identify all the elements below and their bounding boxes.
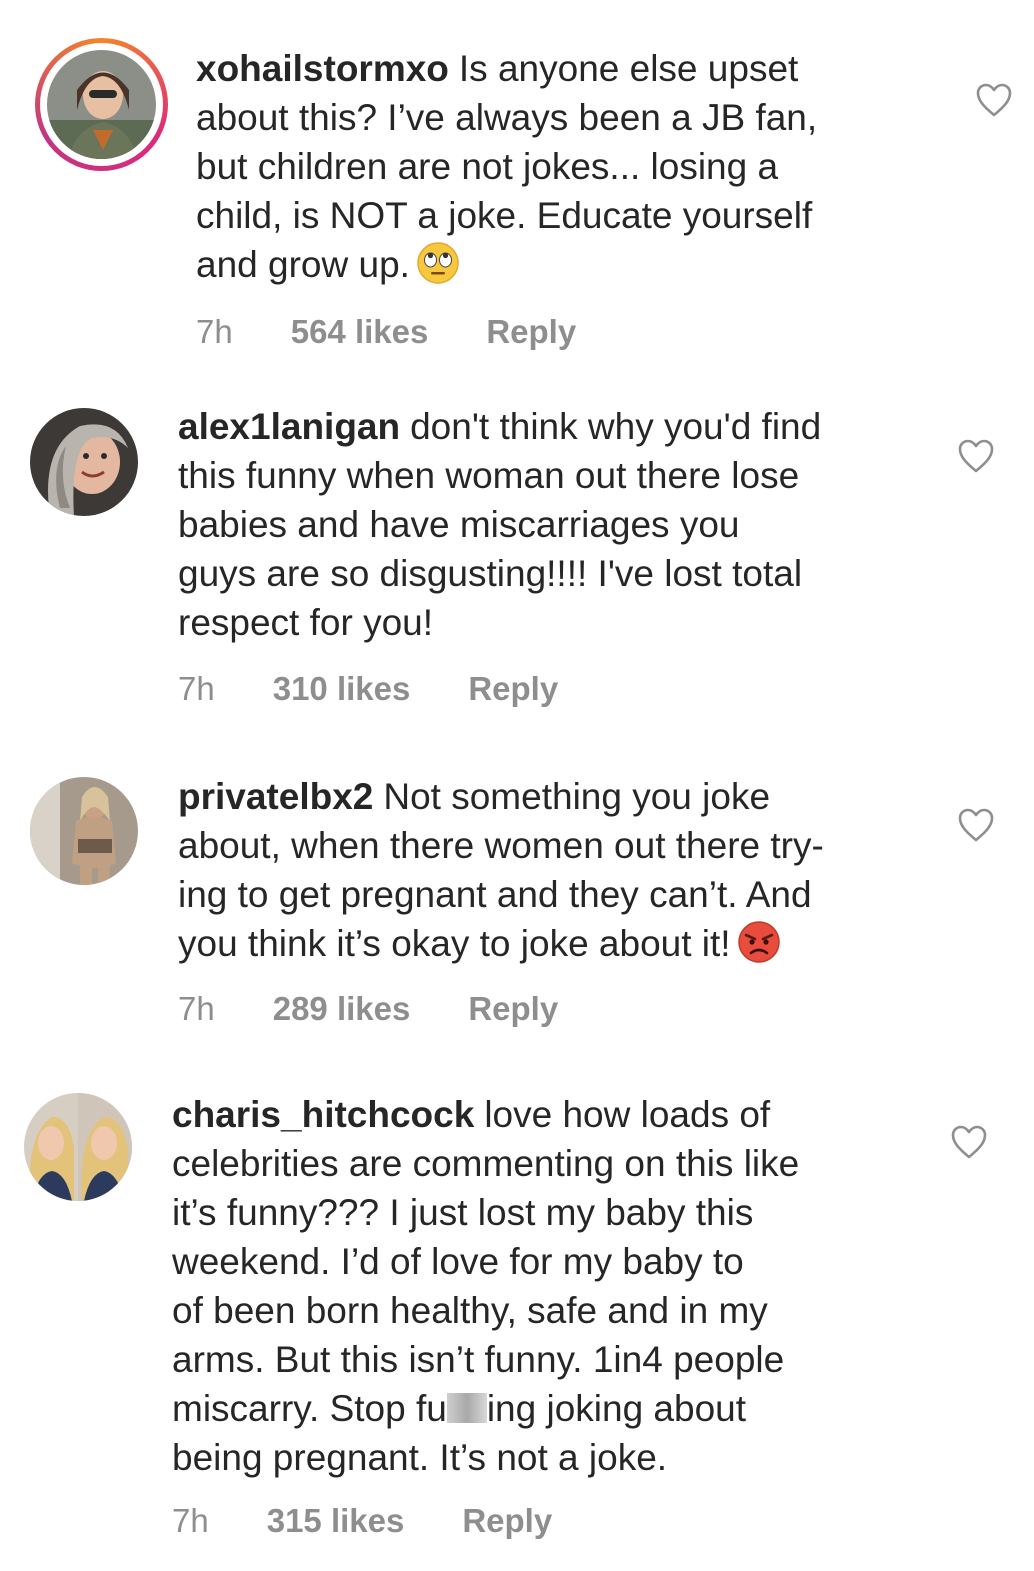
avatar[interactable]: [24, 1093, 132, 1201]
heart-outline-icon[interactable]: [975, 82, 1013, 118]
comment-username[interactable]: charis_hitchcock: [172, 1094, 474, 1135]
rolling-eyes-emoji-icon: [417, 242, 459, 284]
comment-likes[interactable]: 310 likes: [273, 670, 411, 708]
reply-button[interactable]: Reply: [468, 670, 558, 708]
comment-time: 7h: [172, 1502, 209, 1539]
comment-text-line: child, is NOT a joke. Educate yourself: [196, 195, 813, 236]
comment-text-line: of been born healthy, safe and in my: [172, 1290, 768, 1331]
angry-face-emoji-icon: [737, 921, 780, 963]
comment-text-line: about this? I’ve always been a JB fan,: [196, 97, 818, 138]
comment-text: charis_hitchcock love how loads of celebr…: [172, 1090, 942, 1482]
comment-text-line: Is anyone else upset: [458, 48, 799, 89]
comment-text-line: you think it’s okay to joke about it!: [178, 923, 731, 964]
comment-text-line: love how loads of: [484, 1094, 771, 1135]
censor-blur: [446, 1393, 487, 1424]
avatar[interactable]: [30, 408, 138, 516]
comment-text: xohailstormxo Is anyone else upset about …: [196, 44, 936, 289]
comment-text-line: respect for you!: [178, 602, 434, 643]
comment-item: charis_hitchcock love how loads of celebr…: [0, 1070, 1034, 1571]
comment-meta: 7h 315 likes Reply: [172, 1502, 552, 1540]
comment-text-line: don't think why you'd find: [410, 406, 822, 447]
comment-text-line: weekend. I’d of love for my baby to: [172, 1241, 744, 1282]
comment-text-line: but children are not jokes... losing a: [196, 146, 779, 187]
comment-username[interactable]: alex1lanigan: [178, 406, 400, 447]
comment-text-line: being pregnant. It’s not a joke.: [172, 1437, 668, 1478]
comment-text-line: babies and have miscarriages you: [178, 504, 740, 545]
heart-outline-icon[interactable]: [950, 1124, 988, 1160]
reply-button[interactable]: Reply: [486, 313, 576, 351]
comment-time: 7h: [196, 313, 233, 350]
reply-button[interactable]: Reply: [468, 990, 558, 1028]
comment-text-line: miscarry. Stop fu: [172, 1388, 447, 1429]
comment-text-line: about, when there women out there try-: [178, 825, 824, 866]
comment-username[interactable]: xohailstormxo: [196, 48, 449, 89]
comment-item: alex1lanigan don't think why you'd find t…: [0, 370, 1034, 740]
comment-text-line: and grow up.: [196, 244, 410, 285]
comment-likes[interactable]: 315 likes: [267, 1502, 405, 1540]
comment-text-line: ing joking about: [486, 1388, 747, 1429]
avatar[interactable]: [30, 777, 138, 885]
comment-text-line: guys are so disgusting!!!! I've lost tot…: [178, 553, 803, 594]
comment-username[interactable]: privatelbx2: [178, 776, 373, 817]
comment-text: alex1lanigan don't think why you'd find t…: [178, 402, 938, 647]
comment-text-line: Not something you joke: [383, 776, 771, 817]
comment-text-line: this funny when woman out there lose: [178, 455, 800, 496]
comment-time: 7h: [178, 990, 215, 1027]
comment-meta: 7h 564 likes Reply: [196, 313, 576, 351]
heart-outline-icon[interactable]: [957, 438, 995, 474]
comment-meta: 7h 310 likes Reply: [178, 670, 558, 708]
reply-button[interactable]: Reply: [462, 1502, 552, 1540]
comment-text-line: ing to get pregnant and they can’t. And: [178, 874, 812, 915]
comment-time: 7h: [178, 670, 215, 707]
comment-text: privatelbx2 Not something you joke about,…: [178, 772, 938, 968]
comment-likes[interactable]: 289 likes: [273, 990, 411, 1028]
comment-text-line: arms. But this isn’t funny. 1in4 people: [172, 1339, 785, 1380]
comment-meta: 7h 289 likes Reply: [178, 990, 558, 1028]
avatar[interactable]: [47, 50, 156, 159]
heart-outline-icon[interactable]: [957, 807, 995, 843]
comment-likes[interactable]: 564 likes: [291, 313, 429, 351]
comment-item: privatelbx2 Not something you joke about,…: [0, 740, 1034, 1070]
comment-text-line: it’s funny??? I just lost my baby this: [172, 1192, 754, 1233]
comment-text-line: celebrities are commenting on this like: [172, 1143, 800, 1184]
comment-item: xohailstormxo Is anyone else upset about …: [0, 0, 1034, 370]
